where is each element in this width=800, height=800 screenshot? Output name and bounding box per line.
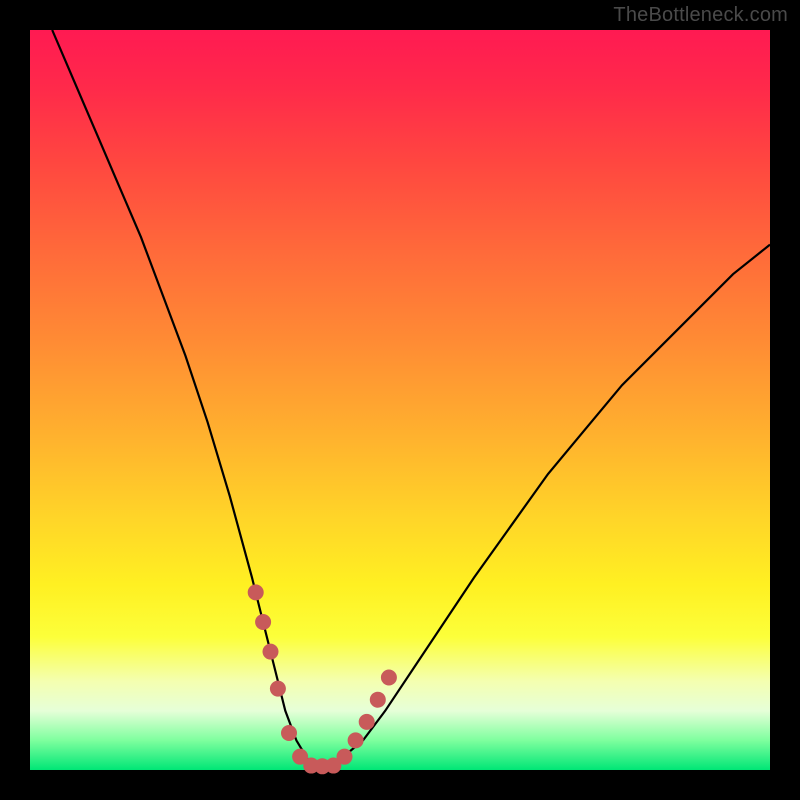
curve-marker (281, 725, 297, 741)
curve-marker (370, 692, 386, 708)
curve-marker (381, 670, 397, 686)
curve-marker (359, 714, 375, 730)
curve-markers (248, 584, 397, 774)
curve-layer (30, 30, 770, 770)
attribution-text: TheBottleneck.com (613, 4, 788, 27)
curve-marker (263, 644, 279, 660)
plot-area (30, 30, 770, 770)
curve-marker (270, 681, 286, 697)
bottleneck-curve (52, 30, 770, 766)
chart-frame: TheBottleneck.com (0, 0, 800, 800)
curve-marker (348, 732, 364, 748)
curve-marker (255, 614, 271, 630)
curve-marker (248, 584, 264, 600)
curve-marker (337, 749, 353, 765)
